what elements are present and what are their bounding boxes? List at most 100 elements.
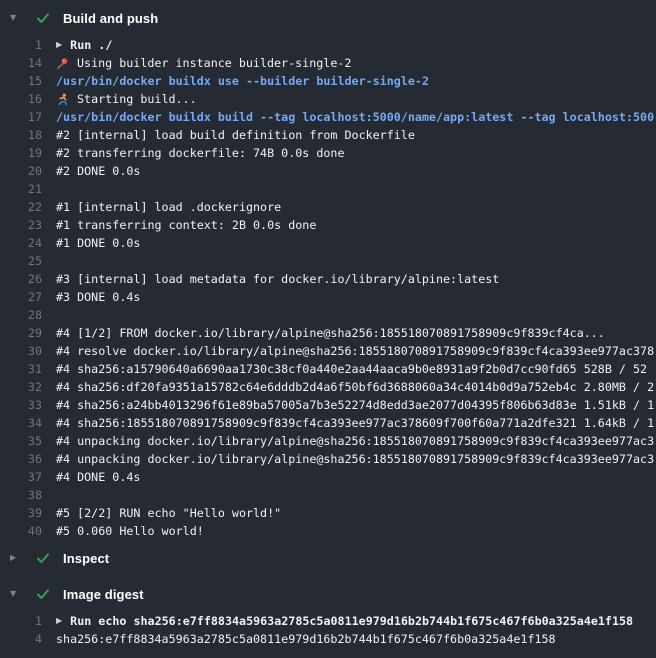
log-text: sha256:e7ff8834a5963a2785c5a0811e979d16b… (56, 630, 556, 648)
line-number[interactable]: 39 (0, 504, 42, 522)
check-icon (35, 586, 51, 602)
check-icon (35, 550, 51, 566)
step-header-inspect[interactable]: ▶Inspect (0, 540, 656, 576)
log-line: 22 #1 [internal] load .dockerignore (0, 198, 656, 216)
log-line: 32 #4 sha256:df20fa9351a15782c64e6dddb2d4… (0, 378, 656, 396)
log-line: 38 (0, 486, 656, 504)
log-text: #4 DONE 0.4s (56, 468, 140, 486)
line-number[interactable]: 23 (0, 216, 42, 234)
log-line-content: #5 [2/2] RUN echo "Hello world!" (56, 504, 656, 522)
log-text: #4 [1/2] FROM docker.io/library/alpine@s… (56, 324, 605, 342)
line-number[interactable]: 30 (0, 342, 42, 360)
log-text: #1 transferring context: 2B 0.0s done (56, 216, 316, 234)
workflow-log: ▼Build and push1▶Run ./14Using builder i… (0, 0, 656, 658)
log-line: 20 #2 DONE 0.0s (0, 162, 656, 180)
log-line: 18 #2 [internal] load build definition fr… (0, 126, 656, 144)
log-line-content (56, 306, 656, 324)
line-number[interactable]: 24 (0, 234, 42, 252)
log-line-content (56, 486, 656, 504)
line-number[interactable]: 22 (0, 198, 42, 216)
line-number[interactable]: 29 (0, 324, 42, 342)
log-text: #2 DONE 0.0s (56, 162, 140, 180)
log-line: 16 Starting build... (0, 90, 656, 108)
log-line: 33#4 sha256:a24bb4013296f61e89ba57005a7b… (0, 396, 656, 414)
log-text: Using builder instance builder-single-2 (77, 54, 351, 72)
line-number[interactable]: 33 (0, 396, 42, 414)
log-text: /usr/bin/docker buildx use --builder bui… (56, 72, 429, 90)
caret-right-icon: ▶ (10, 554, 22, 562)
log-text: #3 [internal] load metadata for docker.i… (56, 270, 499, 288)
line-number[interactable]: 14 (0, 54, 42, 72)
log-line: 21 (0, 180, 656, 198)
log-line-content: Starting build... (56, 90, 656, 108)
log-text: #4 sha256:df20fa9351a15782c64e6dddb2d4a6… (56, 378, 654, 396)
log-line: 25 (0, 252, 656, 270)
line-number[interactable]: 20 (0, 162, 42, 180)
log-text: #5 0.060 Hello world! (56, 522, 204, 540)
log-line-content: #3 DONE 0.4s (56, 288, 656, 306)
line-number[interactable]: 16 (0, 90, 42, 108)
log-line-content: #2 [internal] load build definition from… (56, 126, 656, 144)
log-text: #5 [2/2] RUN echo "Hello world!" (56, 504, 281, 522)
log-line-content (56, 180, 656, 198)
log-line: 31 #4 sha256:a15790640a6690aa1730c38cf0a4… (0, 360, 656, 378)
log-line-content: #2 transferring dockerfile: 74B 0.0s don… (56, 144, 656, 162)
line-number[interactable]: 28 (0, 306, 42, 324)
log-line: 24 #1 DONE 0.0s (0, 234, 656, 252)
line-number[interactable]: 17 (0, 108, 42, 126)
line-number[interactable]: 35 (0, 432, 42, 450)
log-line-content: #4 sha256:a15790640a6690aa1730c38cf0a440… (56, 360, 656, 378)
log-line-content: #4 unpacking docker.io/library/alpine@sh… (56, 450, 656, 468)
expander-icon[interactable]: ▶ (56, 41, 62, 49)
line-number[interactable]: 1 (0, 36, 42, 54)
log-line-content: /usr/bin/docker buildx build --tag local… (56, 108, 656, 126)
log-text: #4 unpacking docker.io/library/alpine@sh… (56, 432, 654, 450)
log-line: 40 #5 0.060 Hello world! (0, 522, 656, 540)
log-line: 1 ▶Run ./ (0, 36, 656, 54)
log-line-content: #4 [1/2] FROM docker.io/library/alpine@s… (56, 324, 656, 342)
log-line: 23 #1 transferring context: 2B 0.0s done (0, 216, 656, 234)
line-number[interactable]: 1 (0, 612, 42, 630)
line-number[interactable]: 32 (0, 378, 42, 396)
line-number[interactable]: 40 (0, 522, 42, 540)
log-text: Starting build... (77, 90, 197, 108)
log-line-content (56, 252, 656, 270)
caret-down-icon: ▼ (10, 590, 22, 598)
caret-down-icon: ▼ (10, 14, 22, 22)
line-number[interactable]: 34 (0, 414, 42, 432)
log-line: 36 #4 unpacking docker.io/library/alpine@… (0, 450, 656, 468)
line-number[interactable]: 27 (0, 288, 42, 306)
check-icon (35, 10, 51, 26)
log-line: 37 #4 DONE 0.4s (0, 468, 656, 486)
log-line-content: #4 unpacking docker.io/library/alpine@sh… (56, 432, 656, 450)
line-number[interactable]: 25 (0, 252, 42, 270)
line-number[interactable]: 38 (0, 486, 42, 504)
expander-icon[interactable]: ▶ (56, 617, 62, 625)
log-line-content: #4 resolve docker.io/library/alpine@sha2… (56, 342, 656, 360)
log-line-content: ▶Run echo sha256:e7ff8834a5963a2785c5a08… (56, 612, 656, 630)
log-line-content: #5 0.060 Hello world! (56, 522, 656, 540)
line-number[interactable]: 19 (0, 144, 42, 162)
log-line-content: ▶Run ./ (56, 36, 656, 54)
step-header-build-and-push[interactable]: ▼Build and push (0, 0, 656, 36)
log-line: 34 #4 sha256:185518070891758909c9f839cf4c… (0, 414, 656, 432)
line-number[interactable]: 4 (0, 630, 42, 648)
log-line: 17/usr/bin/docker buildx build --tag loc… (0, 108, 656, 126)
log-text: #4 sha256:a15790640a6690aa1730c38cf0a440… (56, 360, 647, 378)
step-header-image-digest[interactable]: ▼Image digest (0, 576, 656, 612)
log-text: #1 DONE 0.0s (56, 234, 140, 252)
log-line: 35 #4 unpacking docker.io/library/alpine@… (0, 432, 656, 450)
line-number[interactable]: 18 (0, 126, 42, 144)
line-number[interactable]: 36 (0, 450, 42, 468)
log-line-content: #1 DONE 0.0s (56, 234, 656, 252)
log-line: 14 Using builder instance builder-single-… (0, 54, 656, 72)
line-number[interactable]: 31 (0, 360, 42, 378)
log-line-content: #4 sha256:185518070891758909c9f839cf4ca3… (56, 414, 656, 432)
line-number[interactable]: 21 (0, 180, 42, 198)
log-line: 19 #2 transferring dockerfile: 74B 0.0s d… (0, 144, 656, 162)
line-number[interactable]: 37 (0, 468, 42, 486)
log-line-content: #4 sha256:df20fa9351a15782c64e6dddb2d4a6… (56, 378, 656, 396)
line-number[interactable]: 26 (0, 270, 42, 288)
line-number[interactable]: 15 (0, 72, 42, 90)
log-text: #1 [internal] load .dockerignore (56, 198, 281, 216)
